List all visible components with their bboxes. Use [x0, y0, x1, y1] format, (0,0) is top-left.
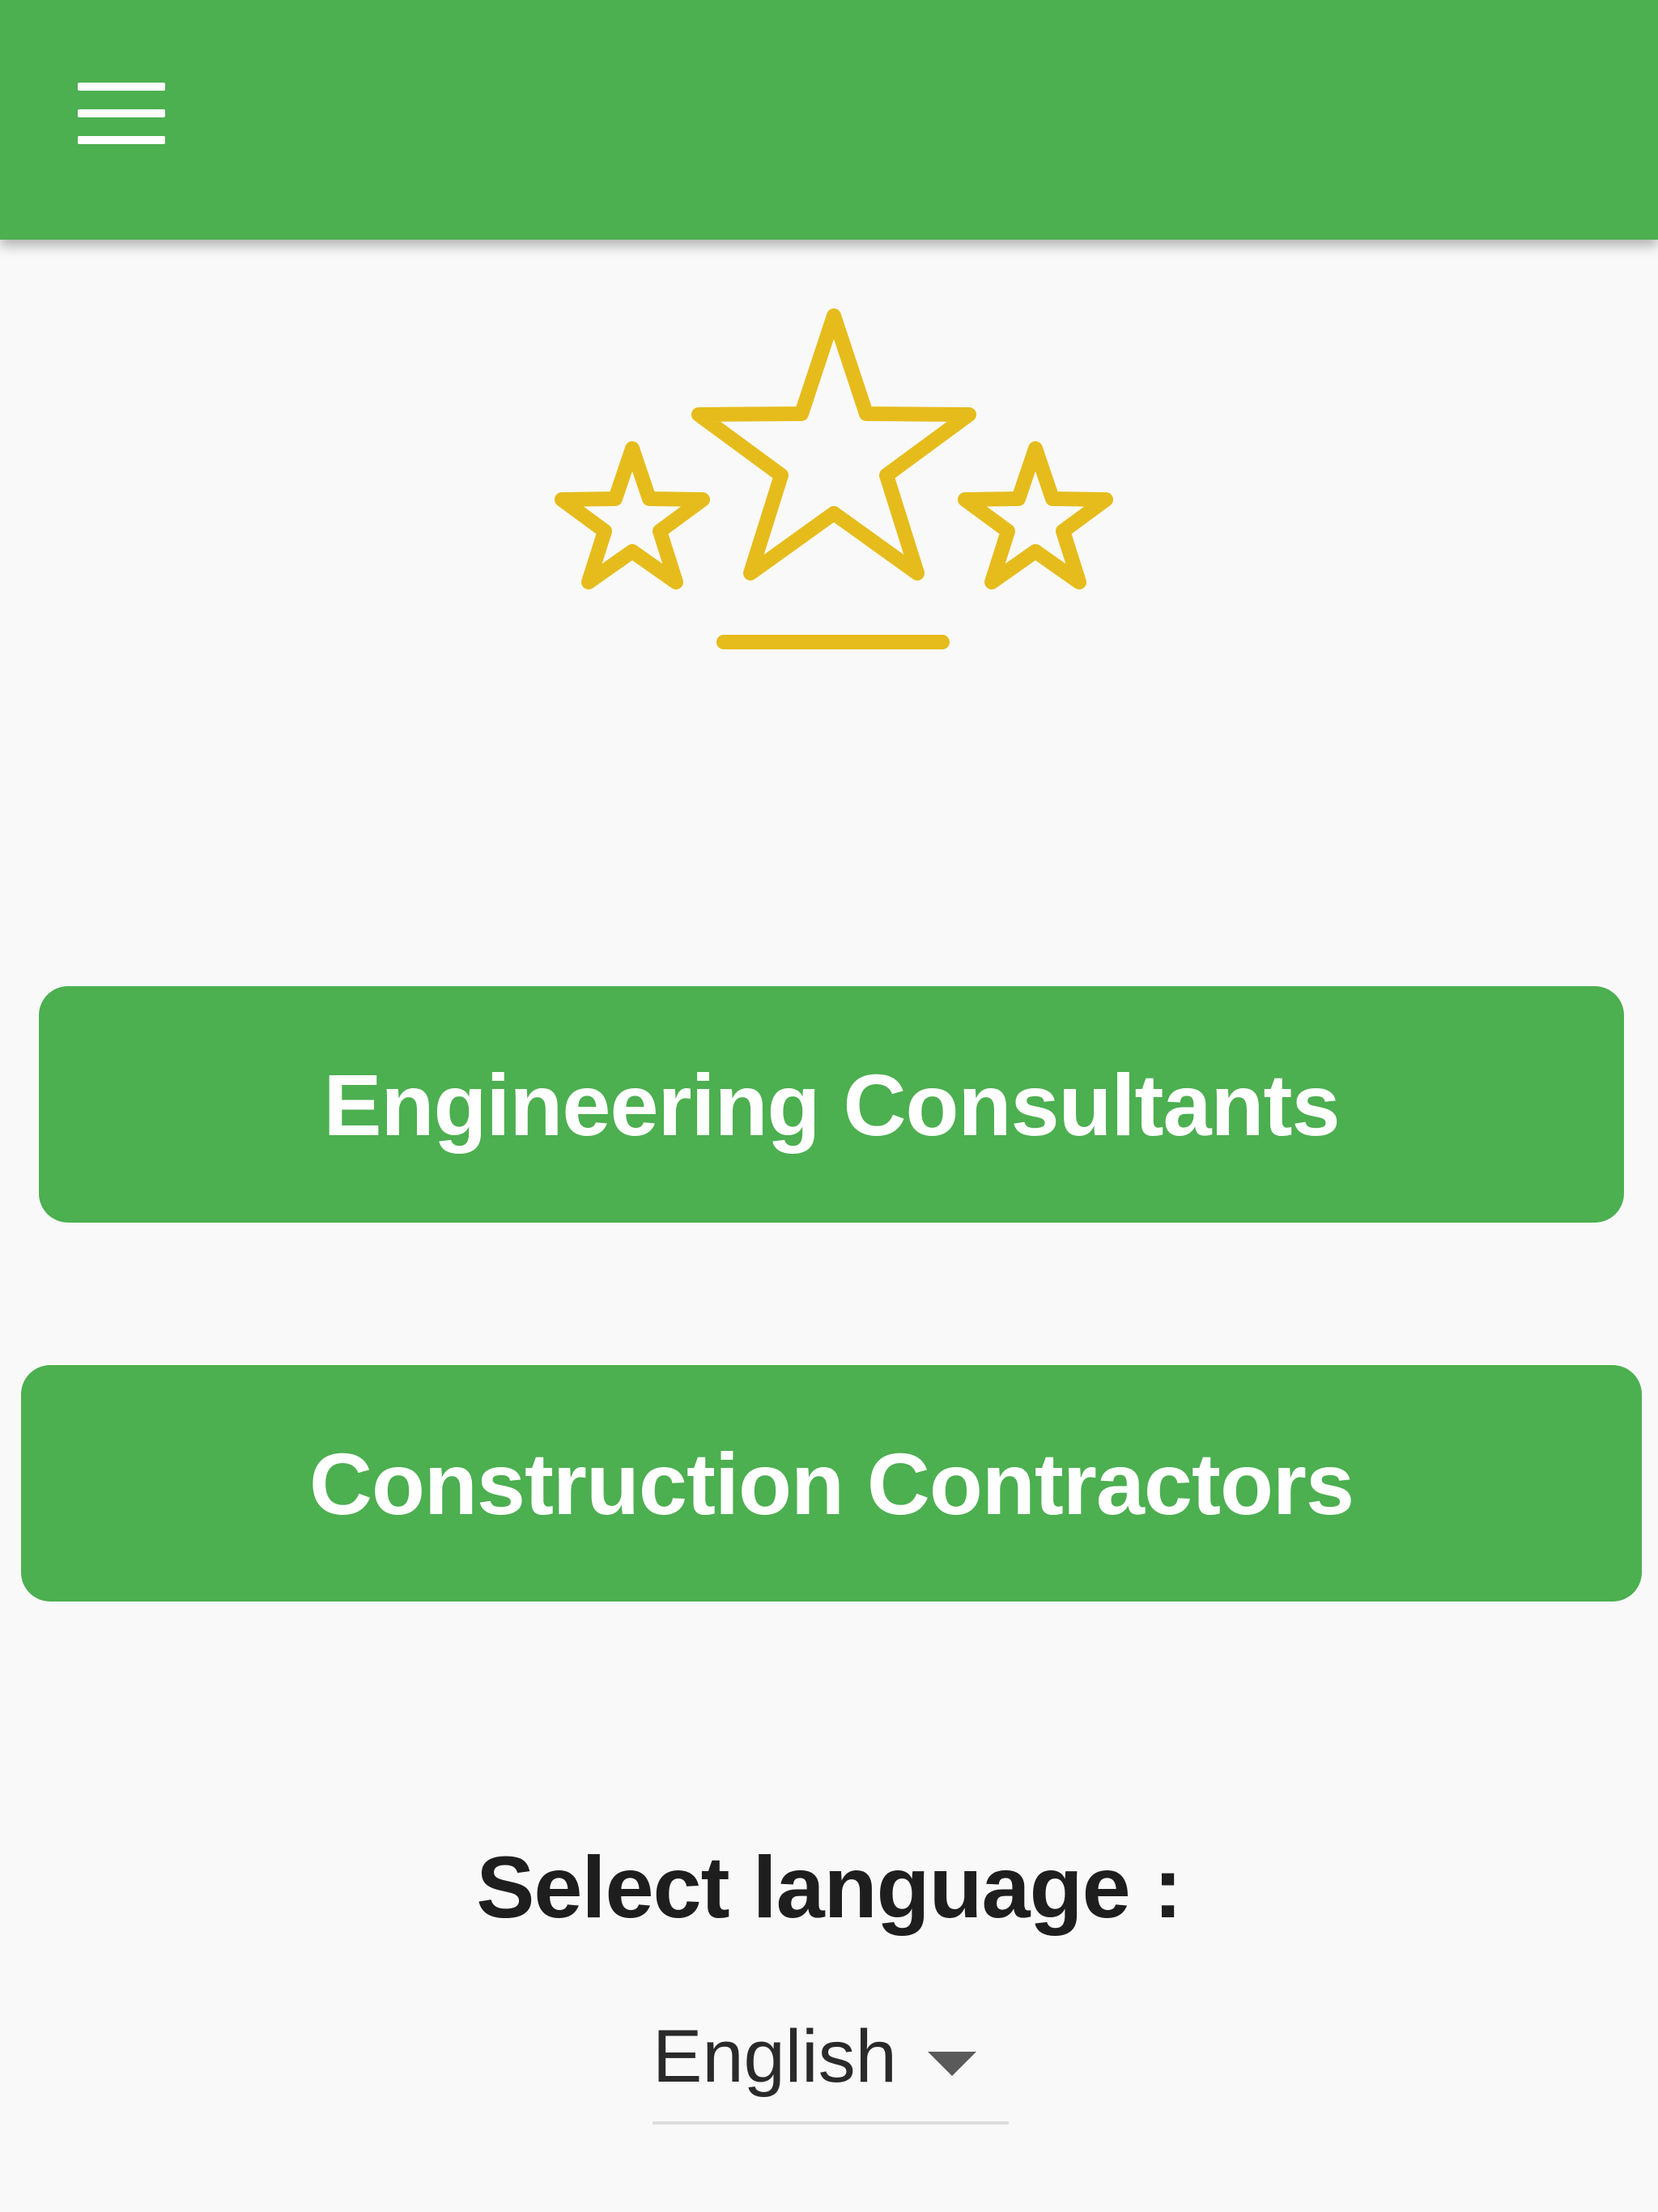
construction-contractors-label: Construction Contractors	[308, 1434, 1354, 1533]
engineering-consultants-label: Engineering Consultants	[323, 1055, 1340, 1154]
three-stars-icon	[555, 308, 1113, 649]
app-bar	[0, 0, 1658, 240]
select-language-title: Select language :	[476, 1838, 1182, 1936]
construction-contractors-button[interactable]: Construction Contractors	[21, 1365, 1642, 1602]
logo	[518, 291, 1150, 672]
language-selected-value: English	[653, 2015, 897, 2098]
hamburger-menu-icon	[78, 83, 165, 91]
menu-button[interactable]	[57, 62, 186, 165]
dropdown-underline	[653, 2121, 1009, 2125]
chevron-down-icon	[928, 2052, 976, 2076]
engineering-consultants-button[interactable]: Engineering Consultants	[39, 986, 1624, 1223]
language-dropdown[interactable]: English	[653, 2000, 1009, 2129]
